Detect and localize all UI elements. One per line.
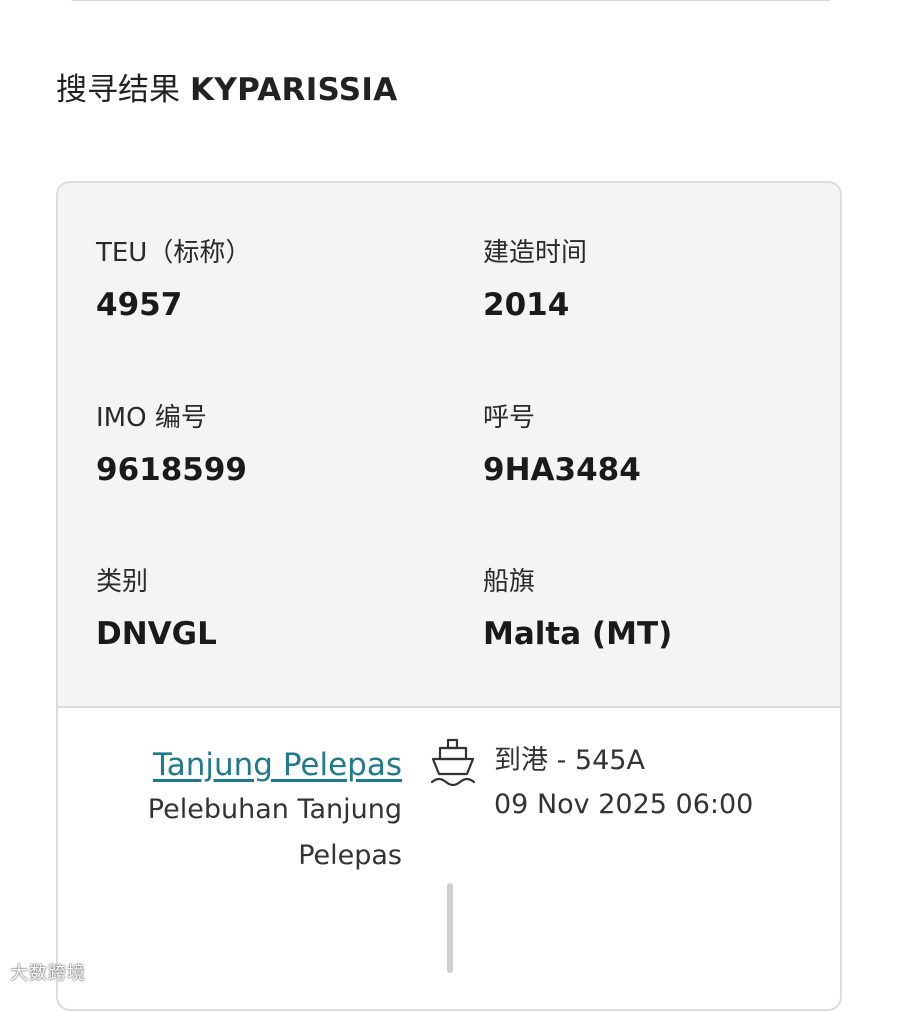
search-result-prefix: 搜寻结果: [56, 72, 180, 108]
teu-field: TEU（标称） 4957: [96, 235, 436, 325]
port-full-name: Pelebuhan Tanjung Pelepas: [147, 794, 402, 871]
flag-field: 船旗 Malta (MT): [483, 564, 823, 654]
callsign-value: 9HA3484: [483, 452, 641, 488]
class-label: 类别: [96, 567, 149, 597]
class-field: 类别 DNVGL: [96, 564, 436, 654]
callsign-label: 呼号: [483, 403, 536, 433]
teu-value: 4957: [96, 287, 183, 323]
search-result-heading: 搜寻结果 KYPARISSIA: [56, 66, 398, 114]
built-value: 2014: [483, 287, 570, 323]
imo-field: IMO 编号 9618599: [96, 400, 436, 490]
timeline-connector: [447, 883, 453, 973]
imo-label: IMO 编号: [96, 403, 207, 433]
vessel-card: TEU（标称） 4957 建造时间 2014 IMO 编号 9618599 呼号…: [56, 181, 842, 1011]
watermark: 大数跨境: [10, 963, 86, 984]
previous-card-edge: [68, 0, 834, 1]
ship-icon: [430, 738, 476, 787]
port-link[interactable]: Tanjung Pelepas: [62, 743, 402, 787]
class-value: DNVGL: [96, 616, 217, 652]
arrival-label: 到港 - 545A: [494, 745, 645, 776]
built-label: 建造时间: [483, 238, 588, 268]
vessel-info-panel: TEU（标称） 4957 建造时间 2014 IMO 编号 9618599 呼号…: [58, 183, 840, 708]
arrival-datetime: 09 Nov 2025 06:00: [494, 789, 754, 820]
teu-label: TEU（标称）: [96, 238, 252, 268]
flag-label: 船旗: [483, 567, 536, 597]
vessel-name: KYPARISSIA: [190, 72, 398, 108]
port-block: Tanjung Pelepas Pelebuhan Tanjung Pelepa…: [62, 743, 402, 879]
callsign-field: 呼号 9HA3484: [483, 400, 823, 490]
imo-value: 9618599: [96, 452, 247, 488]
built-field: 建造时间 2014: [483, 235, 823, 325]
arrival-block: 到港 - 545A 09 Nov 2025 06:00: [494, 739, 824, 827]
flag-value: Malta (MT): [483, 616, 673, 652]
